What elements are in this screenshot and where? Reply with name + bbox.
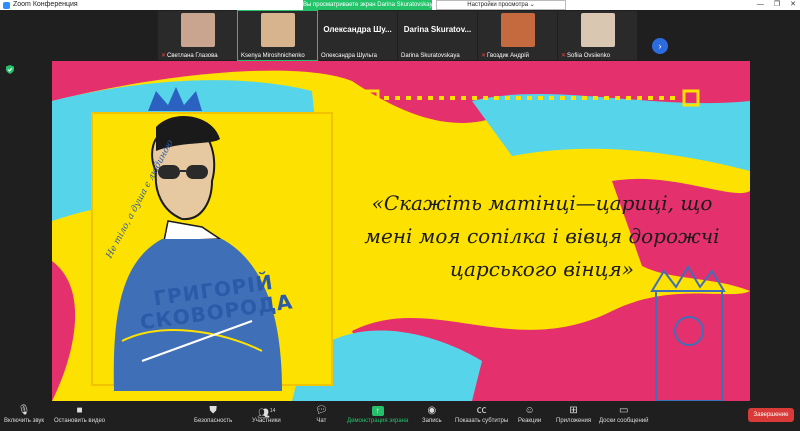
record-label: Запись [422,418,442,424]
participant-video [580,13,615,47]
people-icon: 👥︎14 [257,408,276,420]
meeting-toolbar: 🎙︎ Включить звук ■ Остановить видео ⛊ Бе… [0,402,800,431]
participant-label: ✕ Гвоздик Андрій [481,52,529,60]
participant-video [260,13,295,47]
mic-muted-icon: ✕ [161,53,167,59]
next-page-button[interactable]: › [652,38,668,54]
participant-label: Ksenya Miroshnichenko [241,53,305,59]
end-meeting-button[interactable]: Завершение [748,408,794,422]
participants-label: Участники [252,418,281,424]
participant-name: Sofiia Ovsiienko [567,52,611,59]
chat-button[interactable]: 💬︎ Чат [315,404,328,424]
participant-label: Darina Skuratovskaya [401,53,460,59]
participant-name: Олександра Шульга [321,53,378,59]
camera-icon: ■ [76,405,83,416]
window-title: Zoom Конференция [13,1,78,8]
participant-tile[interactable]: Ksenya Miroshnichenko [237,10,318,61]
minimize-button[interactable]: — [757,0,764,10]
captions-button[interactable]: ㏄ Показать субтитры [455,404,508,424]
participant-name: Ksenya Miroshnichenko [241,53,305,59]
chat-icon: 💬︎ [315,405,328,416]
window-controls: — ❐ ✕ [757,0,796,10]
participant-label: Олександра Шульга [321,53,377,59]
participant-tile[interactable]: ✕ Светлана Глазова [158,11,237,60]
participant-tile[interactable]: ✕ Гвоздик Андрій [478,11,557,60]
encryption-shield-icon [6,65,14,74]
start-video-button[interactable]: ■ Остановить видео [54,404,105,424]
share-screen-button[interactable]: ↑ Демонстрация экрана [347,404,408,424]
participant-video [500,13,535,47]
participant-display-name: Darina Skuratov... [403,25,472,34]
close-button[interactable]: ✕ [790,0,796,10]
record-button[interactable]: ◉ Запись [422,404,442,424]
cc-icon: ㏄ [476,405,487,416]
share-screen-icon: ↑ [347,404,408,418]
participant-name: Гвоздик Андрій [487,52,529,59]
reactions-label: Реакции [518,418,542,424]
record-icon: ◉ [427,405,437,416]
apps-button[interactable]: ⊞ Приложения [556,404,591,424]
participant-video [180,13,215,47]
security-button[interactable]: ⛊ Безопасность [194,404,232,424]
shared-screen: ГРИГОРІЙ СКОВОРОДА Не тіло, а душа є люд… [52,61,750,401]
whiteboard-icon: ▭ [619,405,629,416]
captions-label: Показать субтитры [455,418,509,424]
maximize-button[interactable]: ❐ [774,0,780,10]
participant-strip: ✕ Светлана Глазова Ksenya Miroshnichenko … [0,10,800,62]
chat-label: Чат [316,418,327,424]
participant-display-name: Олександра Шу... [323,25,392,34]
unmute-button[interactable]: 🎙︎ Включить звук [4,404,44,424]
participant-name: Darina Skuratovskaya [401,53,460,59]
whiteboard-button[interactable]: ▭ Доски сообщений [599,404,649,424]
whiteboard-label: Доски сообщений [599,418,649,424]
security-label: Безопасность [194,418,233,424]
mic-off-icon: 🎙︎ [17,405,31,416]
participant-tile[interactable]: ✕ Sofiia Ovsiienko [558,11,637,60]
reaction-icon: ☺ [524,405,535,416]
apps-icon: ⊞ [569,405,578,416]
participant-tile[interactable]: Олександра Шу... Олександра Шульга [318,11,397,60]
shield-icon: ⛊ [209,405,217,416]
video-label: Остановить видео [54,418,106,424]
reactions-button[interactable]: ☺ Реакции [518,404,541,424]
zoom-logo-icon [3,1,10,9]
participant-label: ✕ Светлана Глазова [161,52,218,60]
participants-button[interactable]: 👥︎14 Участники [252,404,281,424]
unmute-label: Включить звук [4,418,45,424]
participant-tile[interactable]: Darina Skuratov... Darina Skuratovskaya [398,11,477,60]
share-label: Демонстрация экрана [347,418,409,424]
screen-share-banner: Вы просматриваете экран Darina Skuratovs… [303,0,432,10]
view-options-button[interactable]: Настройки просмотра ⌄ [436,0,566,10]
participant-name: Светлана Глазова [167,52,218,59]
participant-count: 14 [269,408,276,414]
participant-label: ✕ Sofiia Ovsiienko [561,52,611,60]
slide-quote: «Скажіть матінці—цариці, що мені моя соп… [364,191,720,281]
apps-label: Приложения [556,418,592,424]
mic-muted-icon: ✕ [561,53,567,59]
mic-muted-icon: ✕ [481,53,487,59]
